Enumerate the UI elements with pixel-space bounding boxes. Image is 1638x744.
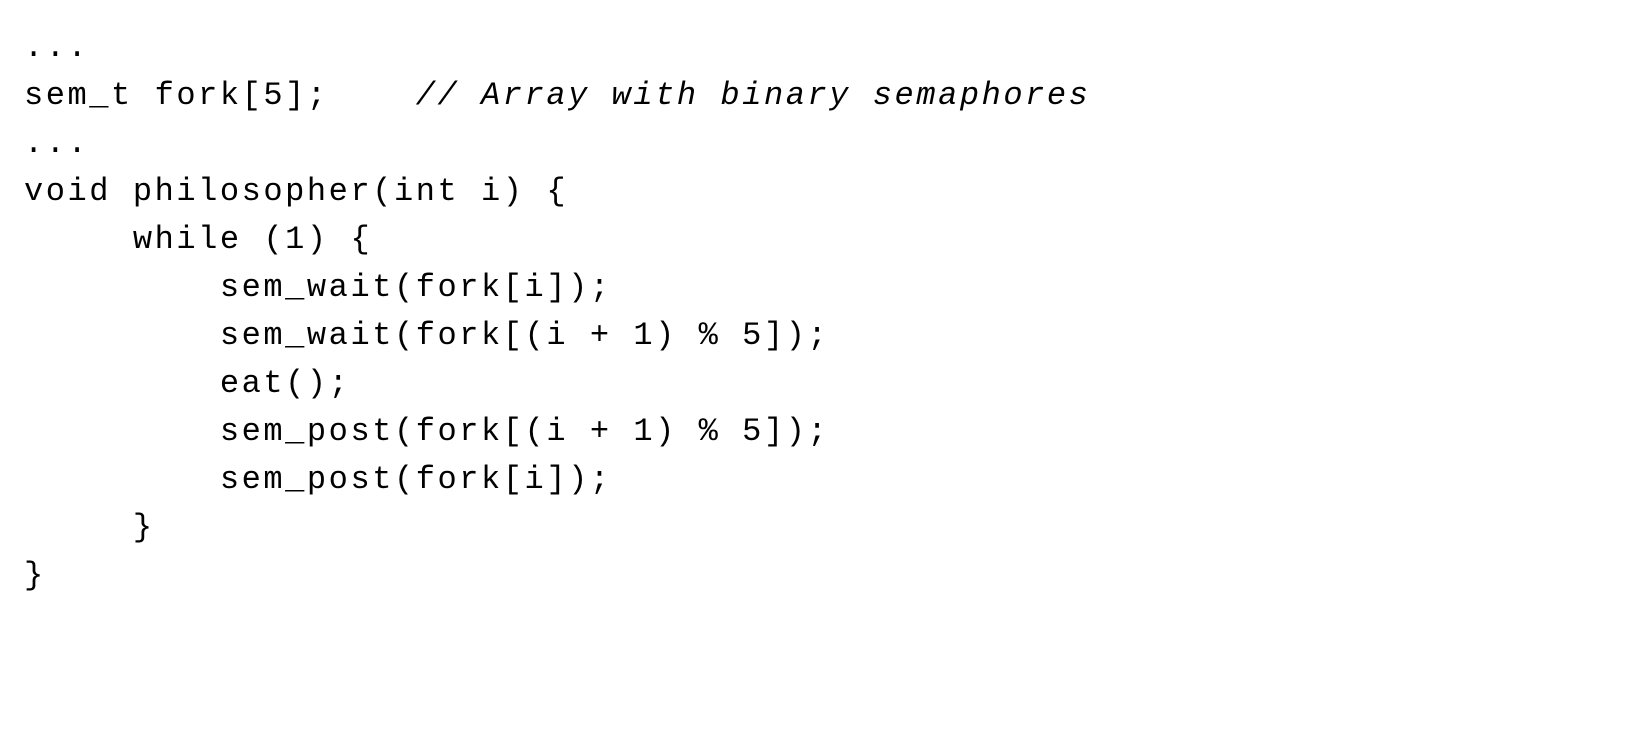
code-line: ... [24, 120, 1614, 168]
code-line: eat(); [24, 360, 1614, 408]
code-line: sem_t fork[5]; // Array with binary sema… [24, 72, 1614, 120]
code-line: sem_wait(fork[(i + 1) % 5]); [24, 312, 1614, 360]
code-line: while (1) { [24, 216, 1614, 264]
code-line: void philosopher(int i) { [24, 168, 1614, 216]
code-line: sem_post(fork[i]); [24, 456, 1614, 504]
code-line: } [24, 552, 1614, 600]
code-line: } [24, 504, 1614, 552]
code-line: sem_wait(fork[i]); [24, 264, 1614, 312]
code-block: ...sem_t fork[5]; // Array with binary s… [24, 24, 1614, 600]
code-comment: // Array with binary semaphores [416, 77, 1091, 114]
code-text: sem_t fork[5]; [24, 77, 416, 114]
code-line: sem_post(fork[(i + 1) % 5]); [24, 408, 1614, 456]
code-line: ... [24, 24, 1614, 72]
